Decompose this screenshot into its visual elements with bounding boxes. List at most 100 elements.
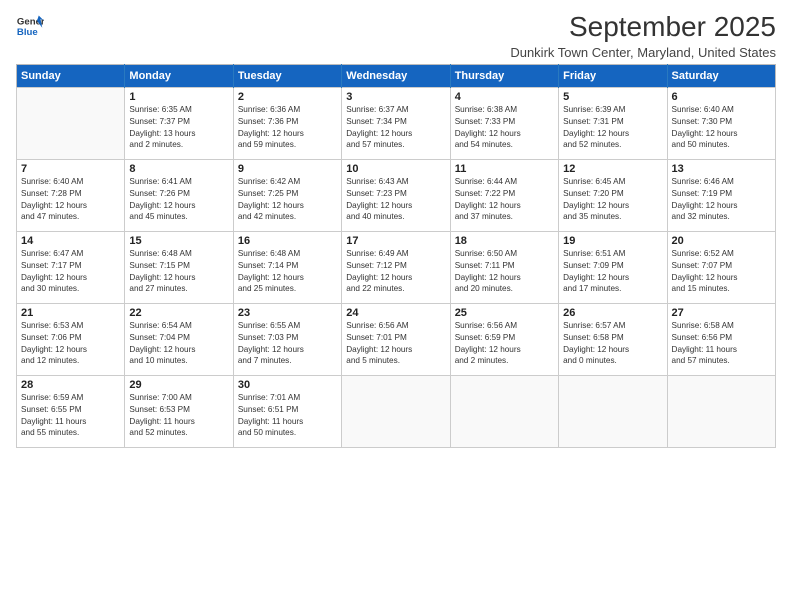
day-number: 27 (672, 307, 771, 319)
day-number: 18 (455, 235, 554, 247)
day-number: 22 (129, 307, 228, 319)
day-info: Sunrise: 6:45 AMSunset: 7:20 PMDaylight:… (563, 176, 662, 224)
calendar-cell: 7Sunrise: 6:40 AMSunset: 7:28 PMDaylight… (17, 159, 125, 231)
calendar-cell (667, 375, 775, 447)
logo-icon: General Blue (16, 12, 44, 40)
calendar-cell: 10Sunrise: 6:43 AMSunset: 7:23 PMDayligh… (342, 159, 450, 231)
calendar-cell: 23Sunrise: 6:55 AMSunset: 7:03 PMDayligh… (233, 303, 341, 375)
calendar-header-row: Sunday Monday Tuesday Wednesday Thursday… (17, 64, 776, 87)
day-number: 3 (346, 91, 445, 103)
calendar-cell: 27Sunrise: 6:58 AMSunset: 6:56 PMDayligh… (667, 303, 775, 375)
day-info: Sunrise: 6:49 AMSunset: 7:12 PMDaylight:… (346, 248, 445, 296)
day-info: Sunrise: 6:46 AMSunset: 7:19 PMDaylight:… (672, 176, 771, 224)
day-info: Sunrise: 7:01 AMSunset: 6:51 PMDaylight:… (238, 392, 337, 440)
day-number: 7 (21, 163, 120, 175)
day-number: 29 (129, 379, 228, 391)
day-info: Sunrise: 6:48 AMSunset: 7:14 PMDaylight:… (238, 248, 337, 296)
calendar-week-4: 21Sunrise: 6:53 AMSunset: 7:06 PMDayligh… (17, 303, 776, 375)
title-block: September 2025 Dunkirk Town Center, Mary… (510, 12, 776, 60)
day-number: 21 (21, 307, 120, 319)
col-tuesday: Tuesday (233, 64, 341, 87)
day-info: Sunrise: 6:40 AMSunset: 7:30 PMDaylight:… (672, 104, 771, 152)
logo: General Blue (16, 12, 44, 40)
calendar-cell: 12Sunrise: 6:45 AMSunset: 7:20 PMDayligh… (559, 159, 667, 231)
day-number: 2 (238, 91, 337, 103)
day-number: 20 (672, 235, 771, 247)
calendar-cell: 3Sunrise: 6:37 AMSunset: 7:34 PMDaylight… (342, 87, 450, 159)
day-info: Sunrise: 6:35 AMSunset: 7:37 PMDaylight:… (129, 104, 228, 152)
col-saturday: Saturday (667, 64, 775, 87)
calendar-cell: 1Sunrise: 6:35 AMSunset: 7:37 PMDaylight… (125, 87, 233, 159)
day-info: Sunrise: 6:51 AMSunset: 7:09 PMDaylight:… (563, 248, 662, 296)
day-number: 9 (238, 163, 337, 175)
day-number: 19 (563, 235, 662, 247)
calendar-cell: 24Sunrise: 6:56 AMSunset: 7:01 PMDayligh… (342, 303, 450, 375)
calendar-cell: 18Sunrise: 6:50 AMSunset: 7:11 PMDayligh… (450, 231, 558, 303)
calendar-cell: 22Sunrise: 6:54 AMSunset: 7:04 PMDayligh… (125, 303, 233, 375)
day-number: 11 (455, 163, 554, 175)
col-sunday: Sunday (17, 64, 125, 87)
calendar-cell: 21Sunrise: 6:53 AMSunset: 7:06 PMDayligh… (17, 303, 125, 375)
calendar-cell: 25Sunrise: 6:56 AMSunset: 6:59 PMDayligh… (450, 303, 558, 375)
day-info: Sunrise: 6:53 AMSunset: 7:06 PMDaylight:… (21, 320, 120, 368)
day-info: Sunrise: 6:57 AMSunset: 6:58 PMDaylight:… (563, 320, 662, 368)
calendar-cell: 15Sunrise: 6:48 AMSunset: 7:15 PMDayligh… (125, 231, 233, 303)
day-info: Sunrise: 6:38 AMSunset: 7:33 PMDaylight:… (455, 104, 554, 152)
month-title: September 2025 (510, 12, 776, 43)
day-number: 5 (563, 91, 662, 103)
calendar-cell: 29Sunrise: 7:00 AMSunset: 6:53 PMDayligh… (125, 375, 233, 447)
day-info: Sunrise: 6:54 AMSunset: 7:04 PMDaylight:… (129, 320, 228, 368)
day-number: 1 (129, 91, 228, 103)
subtitle: Dunkirk Town Center, Maryland, United St… (510, 45, 776, 60)
day-number: 12 (563, 163, 662, 175)
day-info: Sunrise: 6:56 AMSunset: 6:59 PMDaylight:… (455, 320, 554, 368)
day-info: Sunrise: 6:55 AMSunset: 7:03 PMDaylight:… (238, 320, 337, 368)
day-number: 14 (21, 235, 120, 247)
day-info: Sunrise: 6:39 AMSunset: 7:31 PMDaylight:… (563, 104, 662, 152)
calendar-cell: 26Sunrise: 6:57 AMSunset: 6:58 PMDayligh… (559, 303, 667, 375)
day-number: 16 (238, 235, 337, 247)
calendar-table: Sunday Monday Tuesday Wednesday Thursday… (16, 64, 776, 448)
col-monday: Monday (125, 64, 233, 87)
header: General Blue September 2025 Dunkirk Town… (16, 12, 776, 60)
calendar-cell: 16Sunrise: 6:48 AMSunset: 7:14 PMDayligh… (233, 231, 341, 303)
day-info: Sunrise: 6:59 AMSunset: 6:55 PMDaylight:… (21, 392, 120, 440)
calendar-cell (450, 375, 558, 447)
calendar-cell: 5Sunrise: 6:39 AMSunset: 7:31 PMDaylight… (559, 87, 667, 159)
day-number: 4 (455, 91, 554, 103)
calendar-cell: 30Sunrise: 7:01 AMSunset: 6:51 PMDayligh… (233, 375, 341, 447)
calendar-cell: 11Sunrise: 6:44 AMSunset: 7:22 PMDayligh… (450, 159, 558, 231)
col-wednesday: Wednesday (342, 64, 450, 87)
day-number: 8 (129, 163, 228, 175)
calendar-cell: 8Sunrise: 6:41 AMSunset: 7:26 PMDaylight… (125, 159, 233, 231)
day-number: 13 (672, 163, 771, 175)
day-number: 17 (346, 235, 445, 247)
day-number: 23 (238, 307, 337, 319)
calendar-week-2: 7Sunrise: 6:40 AMSunset: 7:28 PMDaylight… (17, 159, 776, 231)
day-info: Sunrise: 7:00 AMSunset: 6:53 PMDaylight:… (129, 392, 228, 440)
calendar-cell: 19Sunrise: 6:51 AMSunset: 7:09 PMDayligh… (559, 231, 667, 303)
day-number: 30 (238, 379, 337, 391)
calendar-week-1: 1Sunrise: 6:35 AMSunset: 7:37 PMDaylight… (17, 87, 776, 159)
day-number: 25 (455, 307, 554, 319)
calendar-cell: 17Sunrise: 6:49 AMSunset: 7:12 PMDayligh… (342, 231, 450, 303)
day-info: Sunrise: 6:37 AMSunset: 7:34 PMDaylight:… (346, 104, 445, 152)
day-info: Sunrise: 6:48 AMSunset: 7:15 PMDaylight:… (129, 248, 228, 296)
day-info: Sunrise: 6:44 AMSunset: 7:22 PMDaylight:… (455, 176, 554, 224)
col-friday: Friday (559, 64, 667, 87)
calendar-cell: 9Sunrise: 6:42 AMSunset: 7:25 PMDaylight… (233, 159, 341, 231)
col-thursday: Thursday (450, 64, 558, 87)
calendar-cell: 28Sunrise: 6:59 AMSunset: 6:55 PMDayligh… (17, 375, 125, 447)
calendar-cell: 13Sunrise: 6:46 AMSunset: 7:19 PMDayligh… (667, 159, 775, 231)
day-number: 15 (129, 235, 228, 247)
day-number: 28 (21, 379, 120, 391)
calendar-cell: 2Sunrise: 6:36 AMSunset: 7:36 PMDaylight… (233, 87, 341, 159)
day-info: Sunrise: 6:40 AMSunset: 7:28 PMDaylight:… (21, 176, 120, 224)
calendar-cell: 6Sunrise: 6:40 AMSunset: 7:30 PMDaylight… (667, 87, 775, 159)
day-number: 10 (346, 163, 445, 175)
calendar-cell: 14Sunrise: 6:47 AMSunset: 7:17 PMDayligh… (17, 231, 125, 303)
calendar-week-5: 28Sunrise: 6:59 AMSunset: 6:55 PMDayligh… (17, 375, 776, 447)
day-number: 24 (346, 307, 445, 319)
day-info: Sunrise: 6:42 AMSunset: 7:25 PMDaylight:… (238, 176, 337, 224)
calendar-cell: 4Sunrise: 6:38 AMSunset: 7:33 PMDaylight… (450, 87, 558, 159)
